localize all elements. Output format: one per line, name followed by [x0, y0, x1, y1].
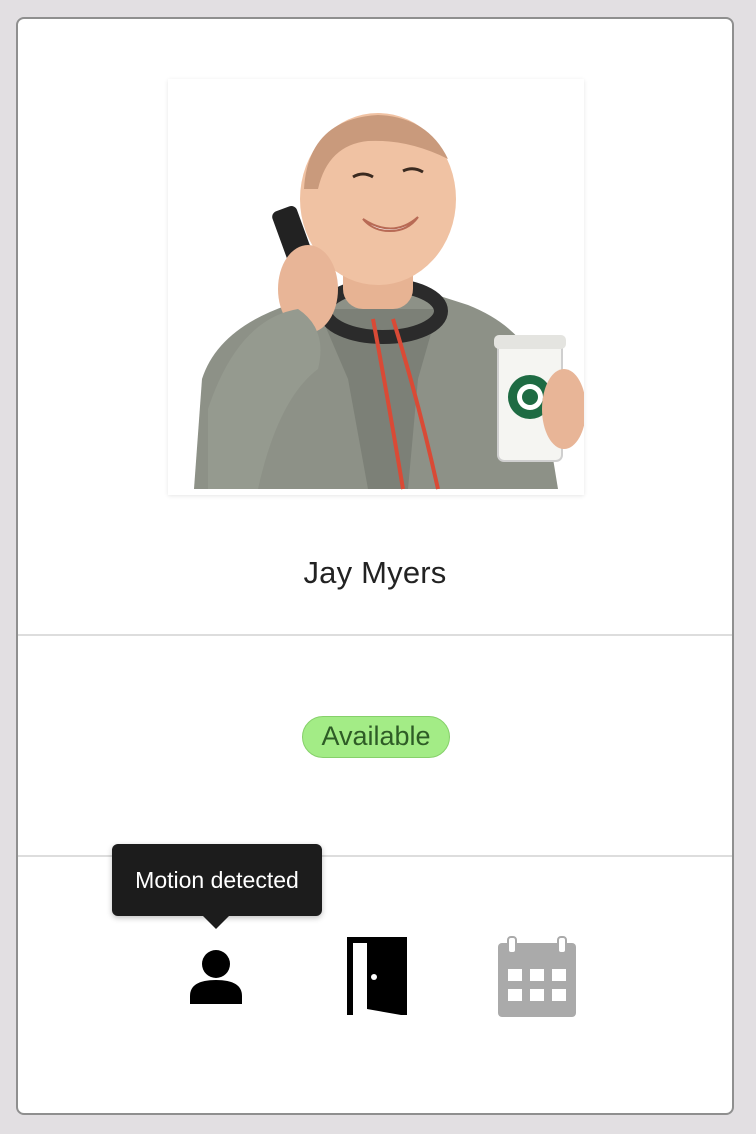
person-icon[interactable]: [188, 948, 244, 1004]
calendar-icon[interactable]: [496, 935, 578, 1017]
profile-photo: [168, 79, 584, 495]
tooltip-arrow: [202, 915, 230, 929]
status-badge: Available: [302, 716, 450, 758]
profile-photo-image: [168, 79, 584, 495]
person-name: Jay Myers: [303, 555, 447, 590]
divider-top: [18, 634, 732, 636]
motion-tooltip: Motion detected: [112, 844, 322, 916]
presence-card: Jay Myers Available Motion detected: [16, 17, 734, 1115]
person-icon-graphic: [190, 950, 242, 1004]
door-open-icon-graphic: [347, 937, 407, 1015]
door-open-icon[interactable]: [345, 935, 409, 1015]
calendar-icon-graphic: [498, 936, 576, 1017]
